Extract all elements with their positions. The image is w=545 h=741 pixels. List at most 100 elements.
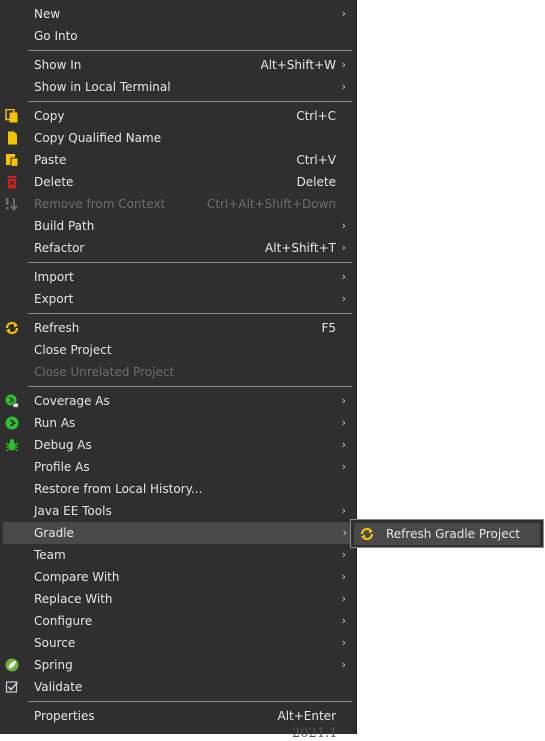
menu-item-label: Replace With [34,592,113,606]
debug-bug-icon [5,439,19,452]
menu-item-label: Refactor [34,241,85,255]
paste-icon [6,154,19,167]
menu-item-java-ee-tools[interactable]: Java EE Tools › [0,500,354,522]
menu-item-configure[interactable]: Configure › [0,610,354,632]
menu-item-refactor[interactable]: Refactor Alt+Shift+T › [0,237,354,259]
menu-item-export[interactable]: Export › [0,288,354,310]
chevron-right-icon: › [341,58,346,71]
chevron-right-icon: › [341,592,346,605]
menu-item-label: Restore from Local History... [34,482,203,496]
menu-item-gradle[interactable]: Gradle › [3,522,352,544]
validate-checkbox-icon [5,681,19,693]
menu-item-label: Validate [34,680,83,694]
menu-item-show-in-local-terminal[interactable]: Show in Local Terminal › [0,76,354,98]
chevron-right-icon: › [341,394,346,407]
menu-item-spring[interactable]: Spring › [0,654,354,676]
menu-item-delete[interactable]: Delete Delete [0,171,354,193]
shortcut-label: Ctrl+C [296,109,336,123]
copy-qualified-name-icon [8,131,17,145]
shortcut-label: Delete [296,175,336,189]
menu-item-coverage-as[interactable]: Coverage As › [0,390,354,412]
menu-item-run-as[interactable]: Run As › [0,412,354,434]
menu-item-label: Refresh [34,321,80,335]
menu-item-restore-from-local-history[interactable]: Restore from Local History... [0,478,354,500]
menu-item-label: Profile As [34,460,90,474]
chevron-right-icon: › [341,292,346,305]
run-icon [5,416,19,430]
menu-item-label: Run As [34,416,76,430]
menu-item-label: Close Project [34,343,112,357]
menu-item-copy[interactable]: Copy Ctrl+C [0,105,354,127]
menu-item-label: Delete [34,175,74,189]
chevron-right-icon: › [341,270,346,283]
shortcut-label: F5 [321,321,336,335]
menu-item-replace-with[interactable]: Replace With › [0,588,354,610]
shortcut-label: Alt+Shift+W [260,58,337,72]
menu-item-label: Gradle [34,526,74,540]
menu-item-label: Team [34,548,66,562]
menu-item-label: Paste [34,153,67,167]
chevron-right-icon: › [341,219,346,232]
menu-item-label: Go Into [34,29,78,43]
chevron-right-icon: › [341,570,346,583]
chevron-right-icon: › [341,80,346,93]
menu-item-label: Build Path [34,219,95,233]
menu-item-label: Debug As [34,438,92,452]
menu-item-import[interactable]: Import › [0,266,354,288]
chevron-right-icon: › [341,416,346,429]
menu-separator [28,313,352,314]
menu-item-label: Export [34,292,74,306]
copy-icon [5,109,18,123]
menu-separator [28,262,352,263]
submenu-item-label: Refresh Gradle Project [386,527,520,541]
refresh-icon [360,527,374,541]
chevron-right-icon: › [341,241,346,254]
menu-item-label: Copy [34,109,65,123]
menu-item-label: Show In [34,58,82,72]
gradle-submenu: Refresh Gradle Project [350,519,544,548]
menu-item-close-project[interactable]: Close Project [0,339,354,361]
menu-separator [28,386,352,387]
chevron-right-icon: › [341,548,346,561]
menu-item-validate[interactable]: Validate [0,676,354,698]
menu-item-team[interactable]: Team › [0,544,354,566]
menu-item-properties[interactable]: Properties Alt+Enter [0,705,354,727]
chevron-right-icon: › [341,460,346,473]
menu-item-label: Properties [34,709,95,723]
shortcut-label: Alt+Shift+T [265,241,336,255]
spring-leaf-icon [5,658,19,672]
coverage-icon [5,394,19,408]
shortcut-label: Ctrl+Alt+Shift+Down [206,197,336,211]
menu-item-paste[interactable]: Paste Ctrl+V [0,149,354,171]
shortcut-label: Ctrl+V [296,153,336,167]
menu-item-profile-as[interactable]: Profile As › [0,456,354,478]
menu-item-label: Import [34,270,74,284]
chevron-right-icon: › [342,526,347,539]
remove-from-context-icon [6,198,18,211]
menu-item-label: Close Unrelated Project [34,365,175,379]
chevron-right-icon: › [341,636,346,649]
menu-item-label: Spring [34,658,73,672]
submenu-item-refresh-gradle-project[interactable]: Refresh Gradle Project [354,523,540,545]
context-menu: New › Go Into Show In Alt+Shift+W › Show… [0,0,356,734]
menu-item-remove-from-context: Remove from Context Ctrl+Alt+Shift+Down [0,193,354,215]
chevron-right-icon: › [341,7,346,20]
menu-item-label: Show in Local Terminal [34,80,171,94]
menu-item-label: Copy Qualified Name [34,131,162,145]
menu-item-label: Java EE Tools [34,504,112,518]
menu-separator [28,701,352,702]
menu-item-copy-qualified-name[interactable]: Copy Qualified Name [0,127,354,149]
menu-item-new[interactable]: New › [0,3,354,25]
menu-item-build-path[interactable]: Build Path › [0,215,354,237]
menu-item-source[interactable]: Source › [0,632,354,654]
chevron-right-icon: › [341,658,346,671]
chevron-right-icon: › [341,614,346,627]
menu-item-show-in[interactable]: Show In Alt+Shift+W › [0,54,354,76]
menu-item-compare-with[interactable]: Compare With › [0,566,354,588]
menu-item-debug-as[interactable]: Debug As › [0,434,354,456]
shortcut-label: Alt+Enter [277,709,336,723]
menu-separator [28,101,352,102]
menu-item-label: Configure [34,614,93,628]
menu-item-go-into[interactable]: Go Into [0,25,354,47]
menu-item-refresh[interactable]: Refresh F5 [0,317,354,339]
